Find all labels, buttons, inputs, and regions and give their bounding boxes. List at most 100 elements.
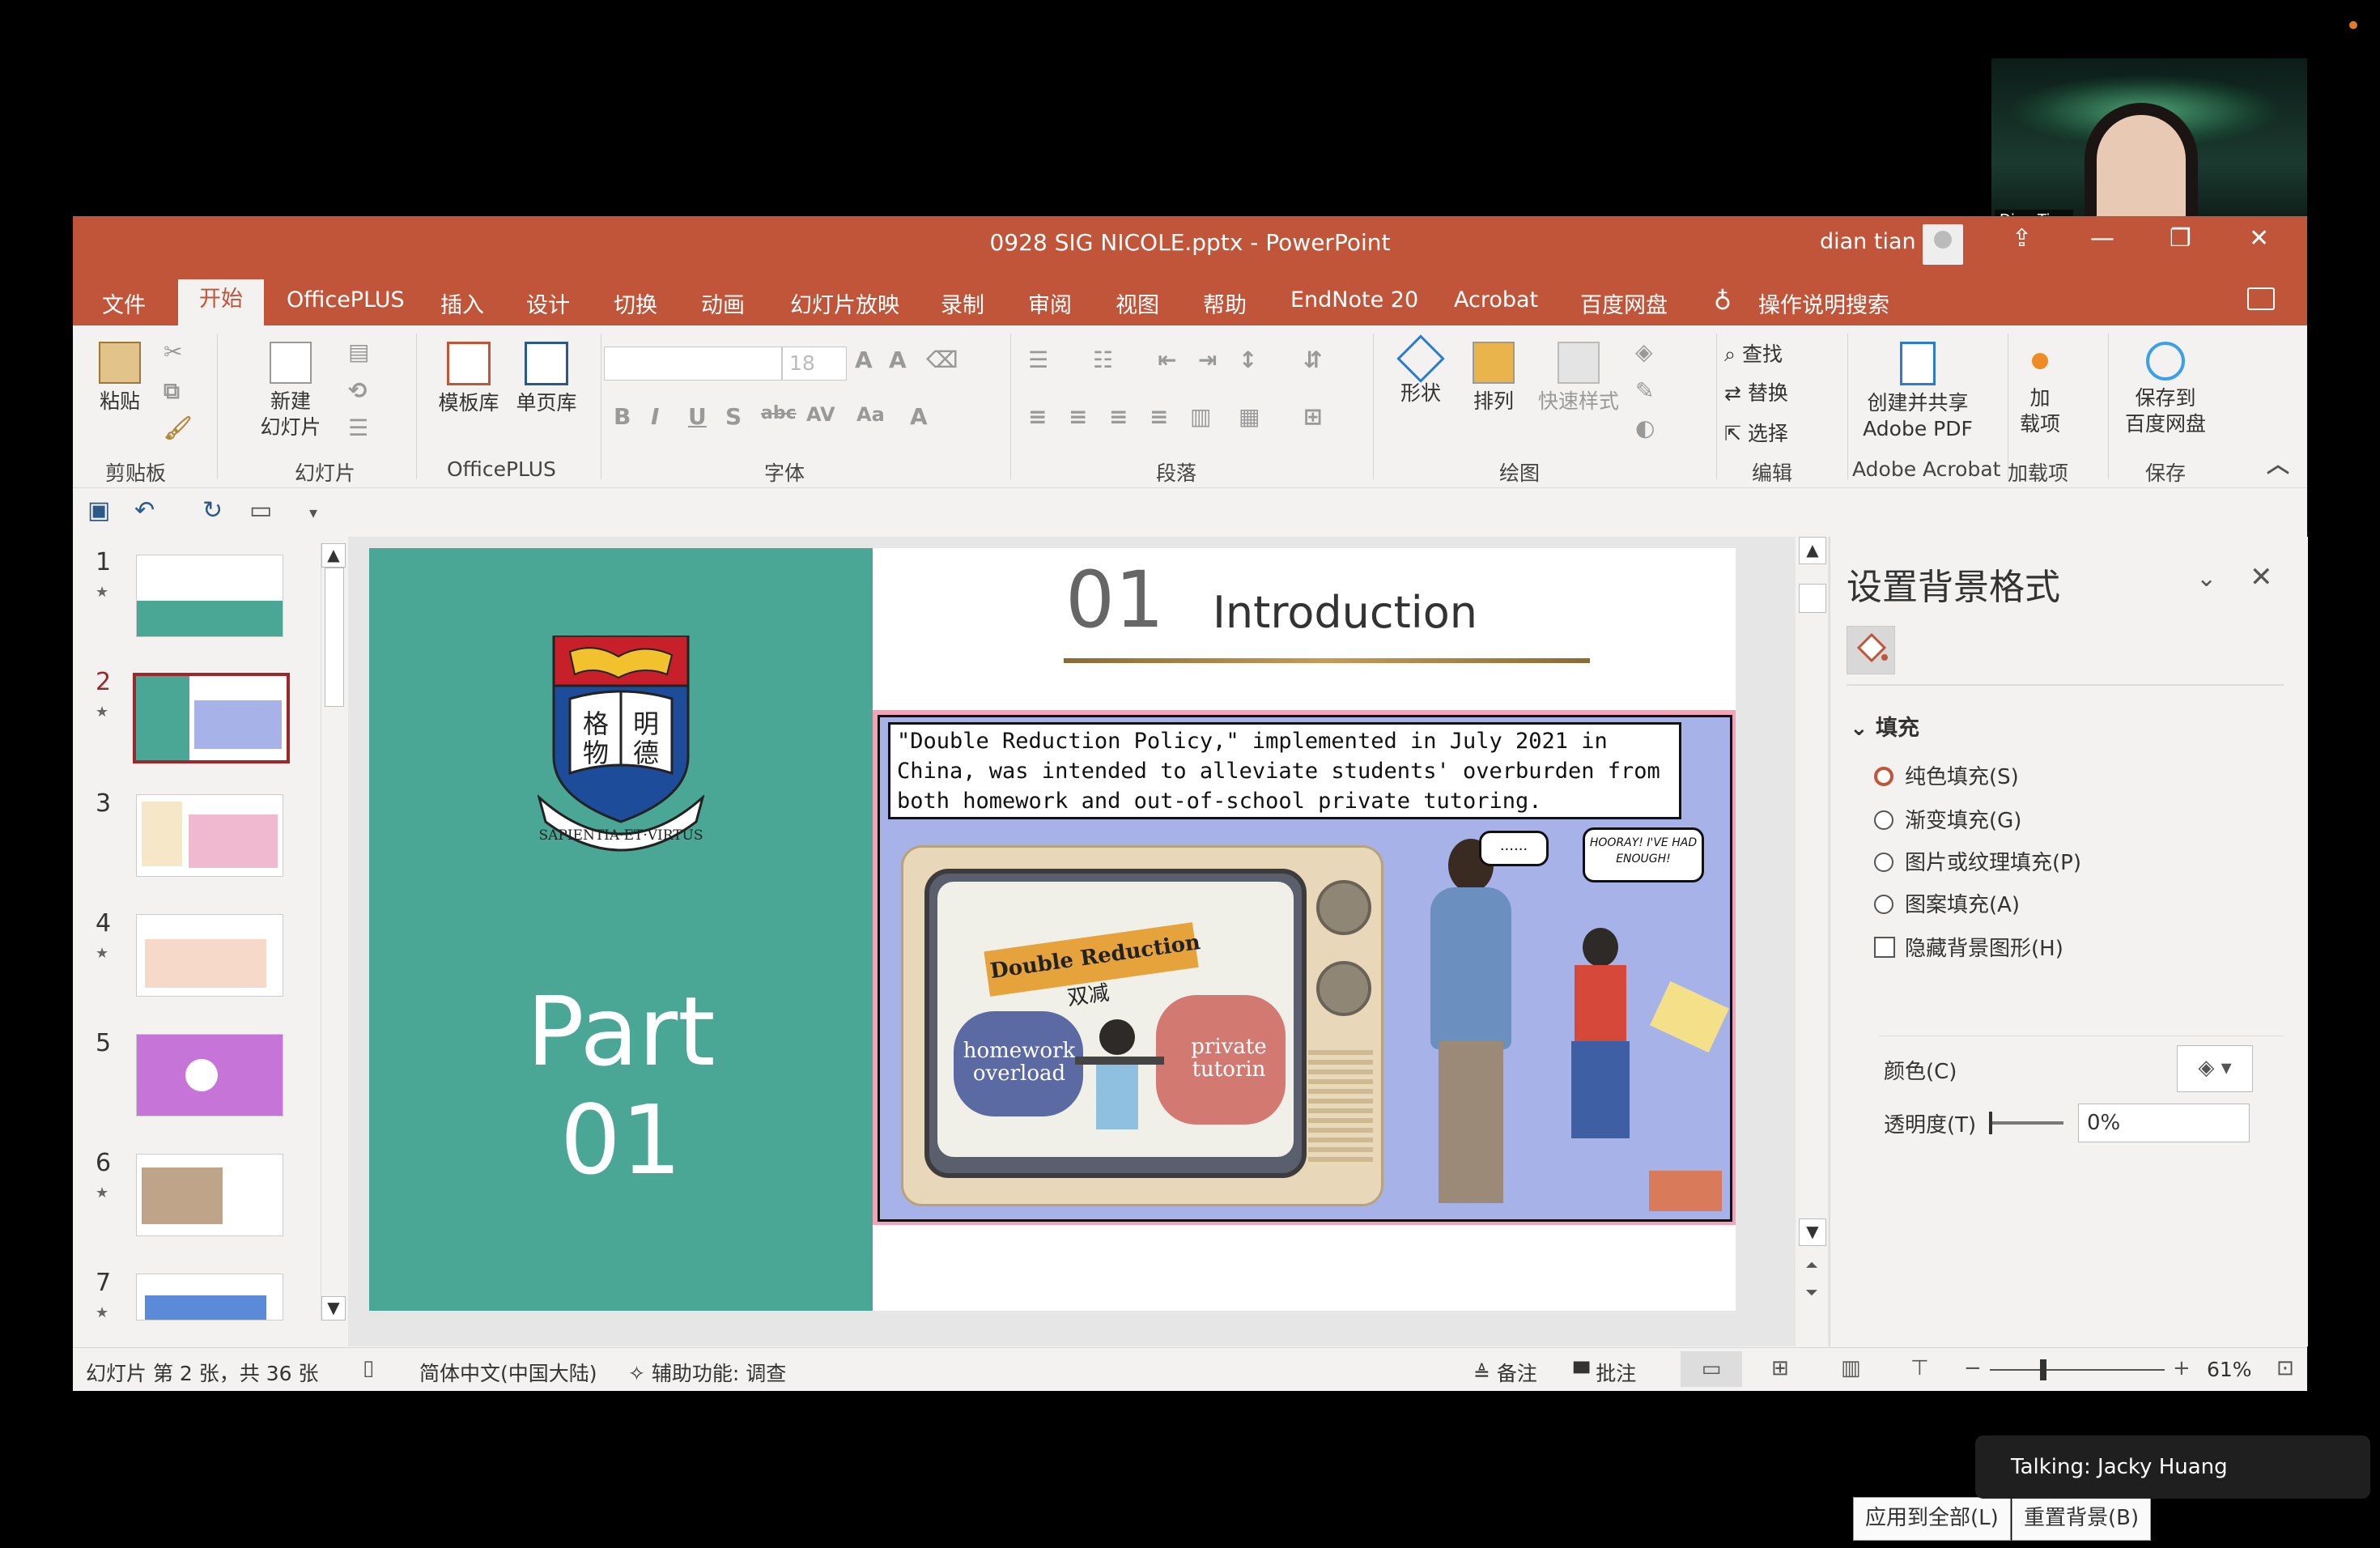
align-left-icon[interactable]: ≡ <box>1028 403 1047 430</box>
transparency-slider[interactable] <box>1989 1112 2063 1134</box>
format-painter-icon[interactable]: 🖌 <box>164 415 193 441</box>
slide-thumbnail-3[interactable] <box>136 794 283 877</box>
shadow-icon[interactable]: S <box>725 403 742 430</box>
shape-fill-icon[interactable]: ◈ <box>1635 338 1653 365</box>
spelling-check-icon[interactable]: ▯ <box>363 1356 374 1380</box>
editor-scrollbar[interactable]: ▲ ▼ ⏶ ⏷ <box>1796 537 1828 1346</box>
tell-me-search[interactable]: 操作说明搜索 <box>1758 287 1889 319</box>
user-name[interactable]: dian tian <box>1820 229 1916 254</box>
section-icon[interactable]: ☰ <box>348 415 368 441</box>
slide-thumbnail-7[interactable] <box>136 1274 283 1320</box>
tab-slideshow[interactable]: 幻灯片放映 <box>790 287 899 319</box>
single-page-library-button[interactable]: 单页库 <box>510 342 583 416</box>
minimize-icon[interactable]: — <box>2090 224 2114 253</box>
participant-video[interactable]: Dian Tian <box>1991 58 2307 235</box>
slide-thumbnail-5[interactable] <box>136 1034 283 1116</box>
copy-icon[interactable]: ⧉ <box>164 377 180 405</box>
change-case-icon[interactable]: Aa <box>856 403 885 426</box>
reading-view-icon[interactable]: ▥ <box>1841 1356 1861 1380</box>
font-name-dropdown[interactable] <box>604 347 782 381</box>
shape-outline-icon[interactable]: ✎ <box>1635 377 1654 404</box>
accessibility-status[interactable]: ✧ 辅助功能: 调查 <box>628 1358 786 1387</box>
tab-home[interactable]: 开始 <box>178 279 264 325</box>
comment-icon[interactable] <box>2247 287 2275 310</box>
pattern-fill-radio[interactable] <box>1874 895 1893 914</box>
collapse-ribbon-icon[interactable]: ︿ <box>2267 447 2289 479</box>
avatar[interactable] <box>1923 224 1963 265</box>
comments-button[interactable]: ▀ 批注 <box>1574 1358 1636 1387</box>
zoom-in-icon[interactable]: + <box>2173 1356 2191 1380</box>
tab-insert[interactable]: 插入 <box>440 287 484 319</box>
distributed-icon[interactable]: ▥ <box>1190 403 1211 430</box>
redo-icon[interactable]: ↻ <box>202 496 223 525</box>
new-slide-button[interactable]: 新建 幻灯片 <box>246 342 335 440</box>
font-color-icon[interactable]: A <box>910 403 928 430</box>
tab-endnote[interactable]: EndNote 20 <box>1290 287 1418 313</box>
slide-thumbnail-6[interactable] <box>136 1154 283 1236</box>
find-button[interactable]: ⌕ 查找 <box>1724 338 1783 368</box>
zoom-level[interactable]: 61% <box>2207 1358 2252 1381</box>
normal-view-icon[interactable]: ▭ <box>1681 1351 1742 1387</box>
increase-indent-icon[interactable]: ⇥ <box>1198 347 1217 373</box>
layout-icon[interactable]: ▤ <box>348 338 369 365</box>
tab-file[interactable]: 文件 <box>102 287 146 319</box>
zoom-slider[interactable] <box>1990 1369 2165 1371</box>
create-share-pdf-button[interactable]: 创建并共享 Adobe PDF <box>1857 342 1978 442</box>
replace-button[interactable]: ⇄ 替换 <box>1724 377 1788 406</box>
scroll-down-icon[interactable]: ▼ <box>321 1296 346 1320</box>
solid-fill-label[interactable]: 纯色填充(S) <box>1905 760 2019 790</box>
slide-thumbnail-4[interactable] <box>136 914 283 997</box>
paste-button[interactable]: 粘贴 <box>87 342 152 415</box>
fill-tab[interactable] <box>1847 626 1895 674</box>
quick-styles-button[interactable]: 快速样式 <box>1533 342 1624 415</box>
transparency-input[interactable]: 0% <box>2078 1104 2250 1142</box>
shrink-font-icon[interactable]: A <box>889 347 907 373</box>
scroll-thumb[interactable] <box>325 568 344 707</box>
line-spacing-icon[interactable]: ↕ <box>1239 347 1257 373</box>
tab-acrobat[interactable]: Acrobat <box>1454 287 1538 313</box>
zoom-slider-thumb[interactable] <box>2040 1359 2046 1380</box>
zoom-out-icon[interactable]: − <box>1964 1356 1982 1380</box>
fill-section-header[interactable]: ⌄ 填充 <box>1850 710 1919 742</box>
tab-help[interactable]: 帮助 <box>1203 287 1247 319</box>
slideshow-view-icon[interactable]: ⊤ <box>1910 1356 1929 1380</box>
decrease-indent-icon[interactable]: ⇤ <box>1158 347 1176 373</box>
bullets-icon[interactable]: ☰ <box>1028 347 1048 373</box>
save-to-baidu-button[interactable]: 保存到 百度网盘 <box>2121 342 2210 437</box>
align-right-icon[interactable]: ≡ <box>1109 403 1128 430</box>
smartart-icon[interactable]: ⊞ <box>1303 403 1322 430</box>
restore-icon[interactable]: ❐ <box>2170 224 2191 253</box>
scroll-down-icon[interactable]: ▼ <box>1799 1218 1826 1246</box>
notes-button[interactable]: ≜ 备注 <box>1473 1358 1537 1387</box>
shapes-button[interactable]: 形状 <box>1388 334 1454 406</box>
shape-effects-icon[interactable]: ◐ <box>1635 415 1655 441</box>
fit-to-window-icon[interactable]: ⊡ <box>2276 1356 2294 1380</box>
customize-qat-icon[interactable]: ▾ <box>309 503 317 522</box>
gradient-fill-label[interactable]: 渐变填充(G) <box>1905 804 2021 834</box>
close-icon[interactable]: ✕ <box>2249 224 2269 253</box>
current-slide[interactable]: 格 明 物 德 SAPIENTIA·ET·VIRTUS Part 01 01 I… <box>369 548 1736 1311</box>
undo-icon[interactable]: ↶ <box>134 496 155 525</box>
tab-record[interactable]: 录制 <box>941 287 984 319</box>
pattern-fill-label[interactable]: 图案填充(A) <box>1905 888 2020 918</box>
clear-format-icon[interactable]: ⌫ <box>926 347 958 373</box>
slide-thumbnail-1[interactable] <box>136 555 283 637</box>
tab-review[interactable]: 审阅 <box>1028 287 1072 319</box>
tab-officeplus[interactable]: OfficePLUS <box>287 287 405 313</box>
slide-sorter-icon[interactable]: ⊞ <box>1771 1356 1789 1380</box>
template-library-button[interactable]: 模板库 <box>432 342 505 416</box>
picture-fill-radio[interactable] <box>1874 853 1893 872</box>
italic-icon[interactable]: I <box>651 403 659 430</box>
tab-animations[interactable]: 动画 <box>701 287 745 319</box>
tab-design[interactable]: 设计 <box>526 287 570 319</box>
pane-close-icon[interactable]: ✕ <box>2250 561 2273 593</box>
solid-fill-radio[interactable] <box>1874 767 1893 786</box>
grow-font-icon[interactable]: A <box>855 347 873 373</box>
scroll-up-icon[interactable]: ▲ <box>1799 537 1826 564</box>
arrange-button[interactable]: 排列 <box>1460 342 1527 415</box>
bold-icon[interactable]: B <box>614 403 631 430</box>
hide-background-label[interactable]: 隐藏背景图形(H) <box>1905 932 2063 962</box>
picture-fill-label[interactable]: 图片或纹理填充(P) <box>1905 846 2081 876</box>
slide-thumbnail-2[interactable] <box>133 673 290 763</box>
language-indicator[interactable]: 简体中文(中国大陆) <box>419 1358 597 1387</box>
